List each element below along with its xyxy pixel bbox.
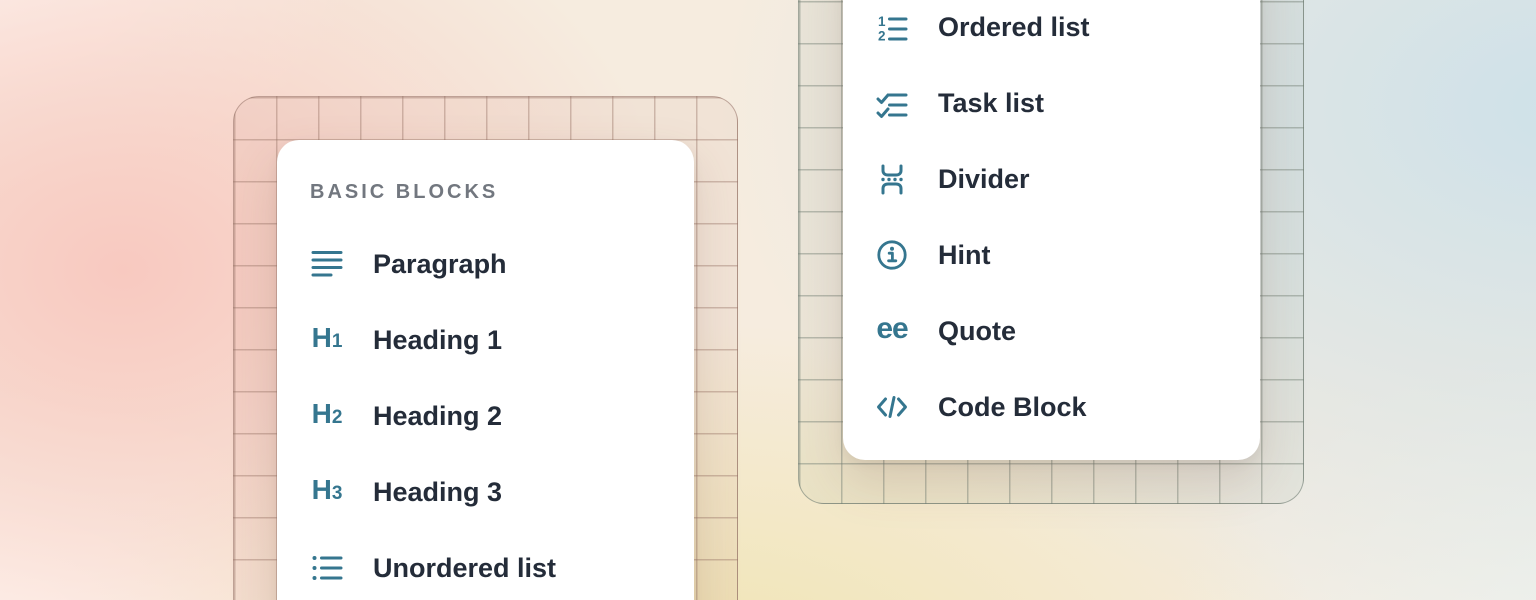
menu-item-heading-2[interactable]: H2 Heading 2 [310, 378, 694, 454]
task-list-icon [875, 86, 909, 120]
menu-item-hint[interactable]: Hint [875, 217, 1260, 293]
menu-item-ordered-list[interactable]: 12 Ordered list [875, 0, 1260, 65]
basic-blocks-menu: BASIC BLOCKS Paragraph H1 Heading 1 H2 Headi… [277, 140, 694, 600]
heading-3-icon: H3 [310, 475, 344, 509]
code-block-icon [875, 390, 909, 424]
menu-item-label: Heading 2 [373, 403, 502, 430]
menu-item-quote[interactable]: ee Quote [875, 293, 1260, 369]
menu-item-divider[interactable]: Divider [875, 141, 1260, 217]
menu-item-label: Task list [938, 90, 1044, 117]
menu-item-label: Unordered list [373, 555, 556, 582]
menu-item-paragraph[interactable]: Paragraph [310, 226, 694, 302]
ordered-list-icon: 12 [875, 10, 909, 44]
heading-1-icon: H1 [310, 323, 344, 357]
hero-background: BASIC BLOCKS Paragraph H1 Heading 1 H2 Headi… [0, 0, 1536, 600]
menu-item-label: Code Block [938, 394, 1087, 421]
menu-item-label: Quote [938, 318, 1016, 345]
paragraph-icon [310, 247, 344, 281]
menu-item-code-block[interactable]: Code Block [875, 369, 1260, 445]
menu-item-heading-3[interactable]: H3 Heading 3 [310, 454, 694, 530]
quote-icon: ee [875, 314, 909, 348]
unordered-list-icon [310, 551, 344, 585]
section-label: BASIC BLOCKS [310, 182, 694, 202]
menu-item-label: Ordered list [938, 14, 1090, 41]
menu-item-label: Heading 3 [373, 479, 502, 506]
menu-item-label: Heading 1 [373, 327, 502, 354]
menu-item-label: Divider [938, 166, 1030, 193]
menu-item-label: Hint [938, 242, 990, 269]
divider-icon [875, 162, 909, 196]
more-blocks-items: 12 Ordered list Task list Divider Hint ee Quot… [875, 0, 1260, 445]
svg-text:1: 1 [878, 14, 886, 29]
menu-item-unordered-list[interactable]: Unordered list [310, 530, 694, 600]
more-blocks-menu: 12 Ordered list Task list Divider Hint ee Quot… [843, 0, 1260, 460]
heading-2-icon: H2 [310, 399, 344, 433]
basic-blocks-items: Paragraph H1 Heading 1 H2 Heading 2 H3 Heading… [310, 226, 694, 600]
hint-icon [875, 238, 909, 272]
menu-item-task-list[interactable]: Task list [875, 65, 1260, 141]
menu-item-heading-1[interactable]: H1 Heading 1 [310, 302, 694, 378]
menu-item-label: Paragraph [373, 251, 507, 278]
svg-text:2: 2 [878, 29, 886, 44]
